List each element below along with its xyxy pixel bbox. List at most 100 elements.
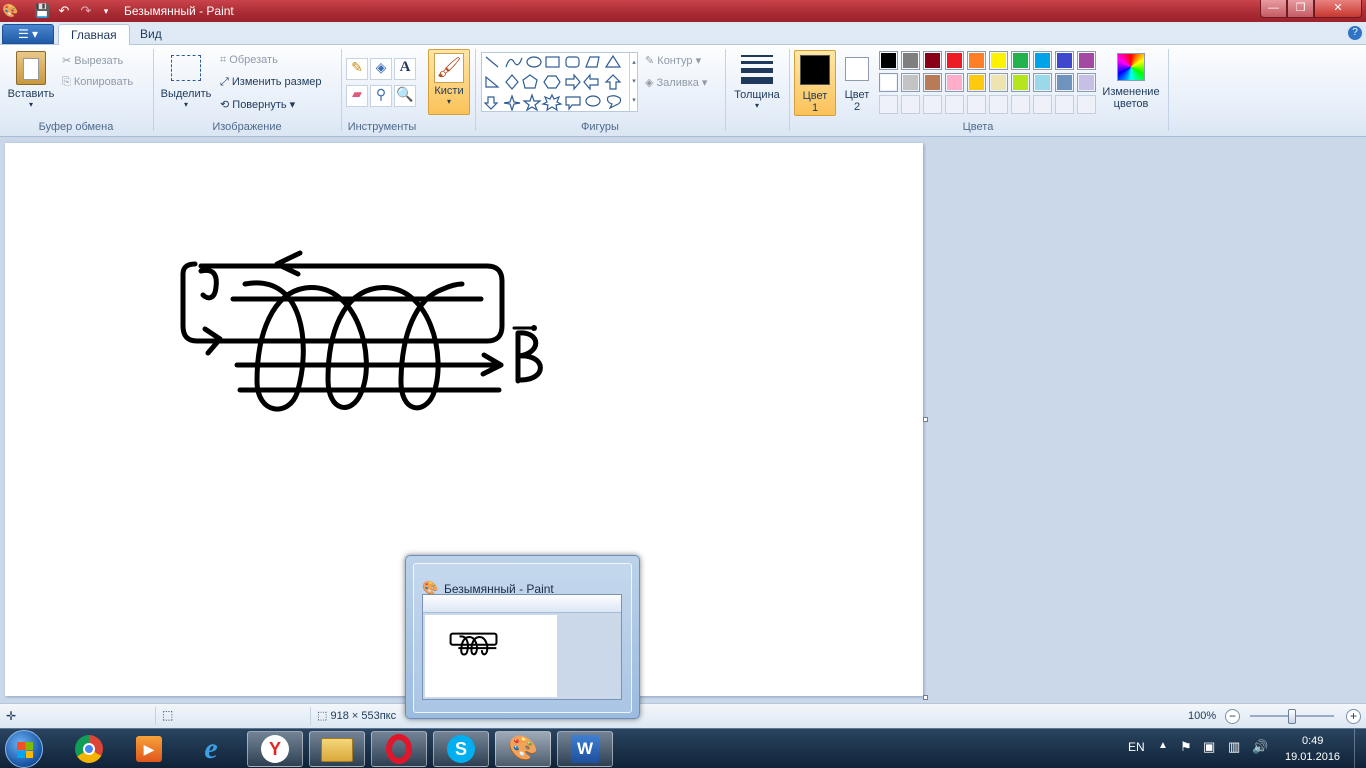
palette-swatch[interactable]: [923, 51, 942, 70]
palette-swatch[interactable]: [1055, 73, 1074, 92]
fill-bucket-icon[interactable]: ◈: [370, 58, 392, 80]
maximize-button[interactable]: ❐: [1287, 0, 1314, 18]
palette-swatch[interactable]: [967, 73, 986, 92]
redo-icon[interactable]: ↷: [78, 3, 94, 19]
zoom-out-button[interactable]: −: [1225, 709, 1240, 724]
zoom-slider-thumb[interactable]: [1288, 709, 1296, 724]
eraser-icon[interactable]: ▰: [346, 85, 368, 107]
taskbar-media-player[interactable]: ▶: [121, 731, 177, 767]
resize-handle-right[interactable]: [923, 417, 928, 422]
cut-button[interactable]: ✂ Вырезать: [62, 54, 123, 67]
color-palette: [879, 51, 1099, 115]
action-center-icon[interactable]: ⚑: [1180, 739, 1192, 755]
taskbar-opera[interactable]: [371, 731, 427, 767]
undo-icon[interactable]: ↶: [56, 3, 72, 19]
color-picker-icon[interactable]: ⚲: [370, 85, 392, 107]
palette-swatch[interactable]: [879, 73, 898, 92]
file-menu-button[interactable]: ☰ ▾: [2, 24, 54, 44]
edit-colors-button[interactable]: Изменение цветов: [1100, 49, 1162, 117]
palette-swatch[interactable]: [901, 51, 920, 70]
save-icon[interactable]: 💾: [34, 3, 50, 19]
palette-swatch[interactable]: [989, 73, 1008, 92]
swatch-fill: [881, 75, 896, 90]
size-button[interactable]: Толщина ▾: [730, 49, 784, 117]
taskbar-ie[interactable]: e: [183, 731, 239, 767]
taskbar-explorer[interactable]: [309, 731, 365, 767]
paint-app-icon[interactable]: 🎨: [2, 3, 18, 19]
shapes-gallery[interactable]: ▴ ▾ ▾: [481, 52, 638, 112]
tab-home[interactable]: Главная: [58, 24, 130, 46]
custom-color-slot[interactable]: [1033, 95, 1052, 114]
clock-date[interactable]: 19.01.2016: [1285, 751, 1340, 763]
custom-color-slot[interactable]: [1077, 95, 1096, 114]
shapes-scroll[interactable]: ▴ ▾ ▾: [629, 53, 638, 111]
taskbar-chrome[interactable]: [61, 731, 117, 767]
taskbar-yandex[interactable]: Y: [247, 731, 303, 767]
device-icon[interactable]: ▣: [1203, 739, 1215, 755]
palette-swatch[interactable]: [945, 51, 964, 70]
palette-swatch[interactable]: [945, 73, 964, 92]
resize-button[interactable]: ⤢ Изменить размер: [220, 76, 322, 89]
tray-expand-icon[interactable]: ▲: [1158, 740, 1168, 751]
palette-swatch[interactable]: [1055, 51, 1074, 70]
copy-button[interactable]: ⎘ Копировать: [62, 76, 133, 89]
crop-button[interactable]: ⌗ Обрезать: [220, 54, 278, 67]
group-label-tools: Инструменты: [347, 121, 417, 133]
preview-frame: 🎨 Безымянный - Paint: [413, 563, 632, 713]
text-tool-icon[interactable]: A: [394, 58, 416, 80]
palette-swatch[interactable]: [1033, 51, 1052, 70]
custom-color-slot[interactable]: [989, 95, 1008, 114]
brush-icon: 🖌: [434, 53, 464, 83]
palette-swatch[interactable]: [1077, 51, 1096, 70]
fill-button[interactable]: ◈ Заливка ▾: [645, 76, 707, 89]
select-button[interactable]: Выделить ▾: [158, 49, 214, 117]
taskbar-skype[interactable]: S: [433, 731, 489, 767]
clock-time[interactable]: 0:49: [1302, 735, 1323, 747]
palette-swatch[interactable]: [1011, 73, 1030, 92]
palette-swatch[interactable]: [967, 51, 986, 70]
customize-icon[interactable]: ▾: [98, 3, 114, 19]
separator: [725, 49, 726, 131]
start-button[interactable]: [5, 730, 43, 768]
swatch-fill: [969, 75, 984, 90]
paste-button[interactable]: Вставить ▾: [6, 49, 56, 117]
palette-swatch[interactable]: [1033, 73, 1052, 92]
taskbar-preview[interactable]: 🎨 Безымянный - Paint: [405, 555, 640, 719]
palette-swatch[interactable]: [989, 51, 1008, 70]
custom-color-slot[interactable]: [1011, 95, 1030, 114]
taskbar-word[interactable]: W: [557, 731, 613, 767]
custom-color-slot[interactable]: [967, 95, 986, 114]
taskbar-paint[interactable]: 🎨: [495, 731, 551, 767]
custom-color-slot[interactable]: [923, 95, 942, 114]
custom-color-slot[interactable]: [901, 95, 920, 114]
preview-canvas: [425, 615, 557, 697]
help-icon[interactable]: ?: [1348, 26, 1362, 40]
resize-handle-corner[interactable]: [923, 695, 928, 700]
color2-button[interactable]: Цвет 2: [840, 50, 874, 116]
swatch-fill: [1057, 75, 1072, 90]
color1-button[interactable]: Цвет 1: [794, 50, 836, 116]
pencil-icon[interactable]: ✎: [346, 58, 368, 80]
custom-color-slot[interactable]: [945, 95, 964, 114]
outline-button[interactable]: ✎ Контур ▾: [645, 54, 701, 67]
language-indicator[interactable]: EN: [1128, 740, 1145, 754]
tab-view[interactable]: Вид: [128, 24, 174, 46]
palette-swatch[interactable]: [879, 51, 898, 70]
palette-swatch[interactable]: [1011, 51, 1030, 70]
volume-icon[interactable]: 🔊: [1252, 739, 1268, 755]
brushes-button[interactable]: 🖌 Кисти ▾: [428, 49, 470, 115]
palette-swatch[interactable]: [901, 73, 920, 92]
folder-icon: [321, 738, 353, 762]
magnifier-icon[interactable]: 🔍: [394, 85, 416, 107]
minimize-button[interactable]: —: [1260, 0, 1287, 18]
palette-swatch[interactable]: [923, 73, 942, 92]
zoom-in-button[interactable]: +: [1346, 709, 1361, 724]
custom-color-slot[interactable]: [879, 95, 898, 114]
close-button[interactable]: ✕: [1314, 0, 1362, 18]
custom-color-slot[interactable]: [1055, 95, 1074, 114]
rotate-button[interactable]: ⟲ Повернуть ▾: [220, 98, 295, 111]
palette-swatch[interactable]: [1077, 73, 1096, 92]
network-icon[interactable]: ▥: [1228, 739, 1240, 755]
show-desktop-button[interactable]: [1354, 729, 1366, 768]
paint-icon: 🎨: [508, 735, 538, 762]
